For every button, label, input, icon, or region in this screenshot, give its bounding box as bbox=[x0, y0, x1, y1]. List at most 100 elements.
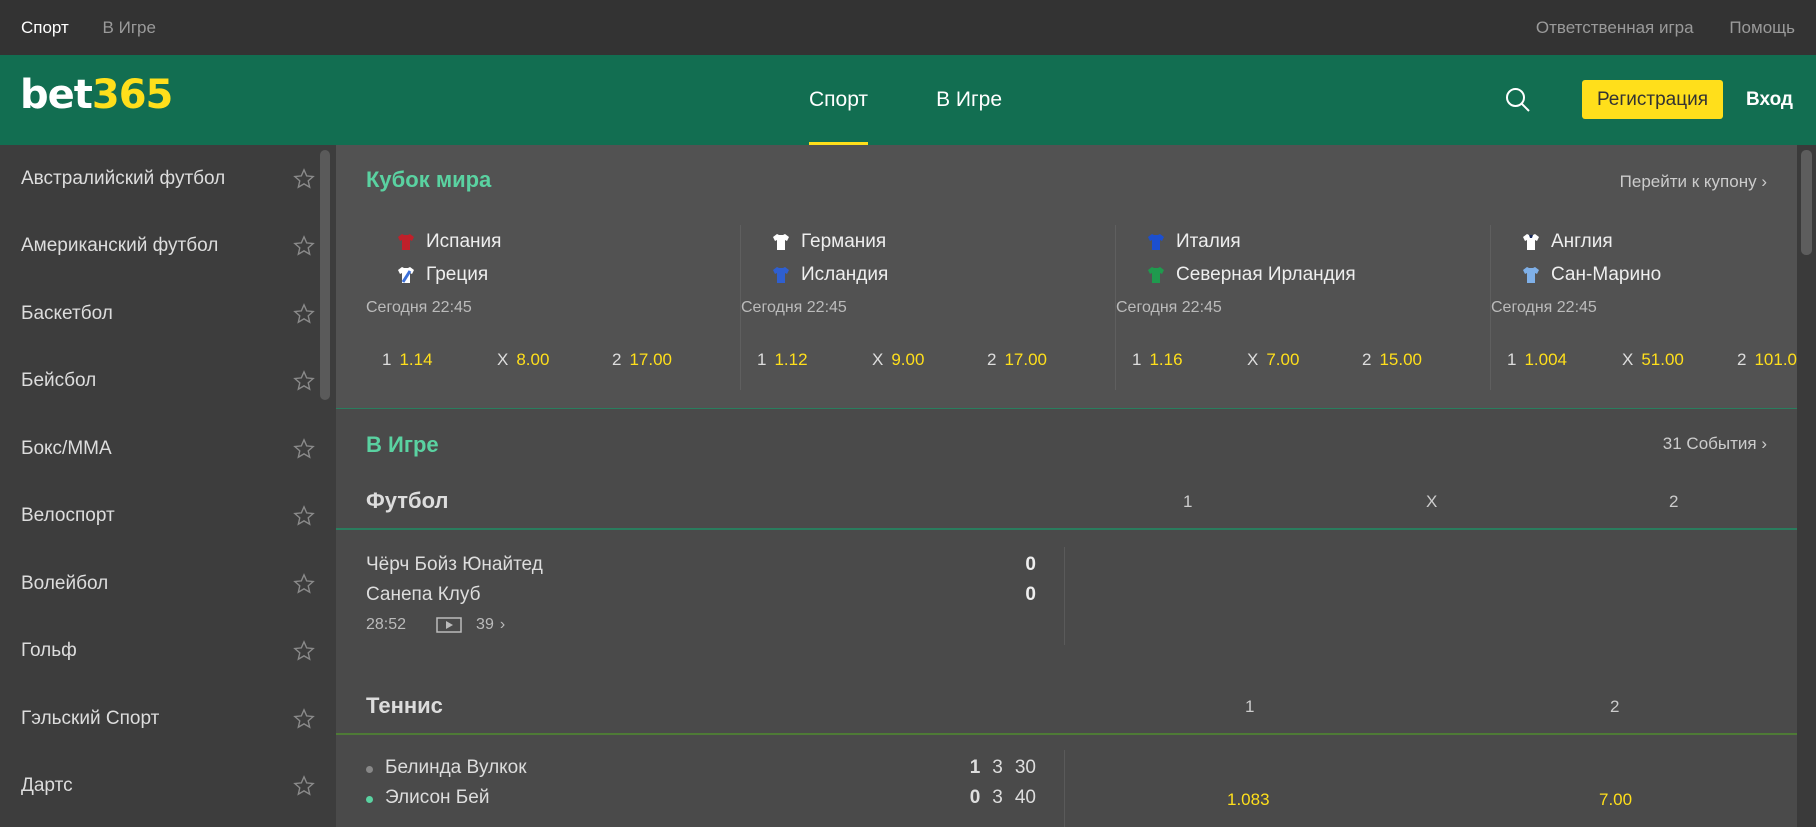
odd-away[interactable]: 2101.00 bbox=[1737, 350, 1797, 370]
star-icon[interactable] bbox=[293, 505, 315, 527]
sidebar-item-boxing-mma[interactable]: Бокс/MMA bbox=[0, 415, 336, 483]
team-home: Англия bbox=[1521, 225, 1797, 258]
shirt-icon bbox=[1523, 266, 1539, 283]
shirt-icon bbox=[773, 266, 789, 283]
odd-away[interactable]: 2 15.00 bbox=[1362, 350, 1477, 370]
utility-right: Ответственная игра Помощь bbox=[1505, 18, 1795, 38]
odd-away[interactable]: 2 17.00 bbox=[987, 350, 1102, 370]
odds-row: 1 1.14 X 8.00 2 17.00 bbox=[382, 350, 732, 370]
football-title[interactable]: Футбол bbox=[366, 488, 449, 514]
star-icon[interactable] bbox=[293, 572, 315, 595]
team-away: Северная Ирландия bbox=[1146, 258, 1491, 291]
star-icon[interactable] bbox=[293, 707, 315, 730]
team-home: Испания bbox=[396, 225, 741, 258]
col-header-2: 2 bbox=[1669, 492, 1679, 511]
utility-link-responsible[interactable]: Ответственная игра bbox=[1536, 18, 1694, 37]
team-away: Сан-Марино bbox=[1521, 258, 1797, 291]
kickoff-time: Сегодня 22:45 bbox=[1491, 299, 1597, 316]
shirt-icon bbox=[398, 233, 414, 250]
odd-home[interactable]: 1 1.004 bbox=[1507, 350, 1622, 370]
chevron-right-icon: › bbox=[499, 616, 506, 633]
header: bet365 Спорт В Игре Регистрация Вход bbox=[0, 55, 1816, 145]
star-icon[interactable] bbox=[293, 775, 315, 797]
sidebar-item-baseball[interactable]: Бейсбол bbox=[0, 348, 336, 416]
kickoff-time: Сегодня 22:45 bbox=[741, 299, 847, 316]
utility-link-inplay[interactable]: В Игре bbox=[103, 18, 156, 37]
markets-count[interactable]: 39 bbox=[476, 616, 494, 634]
football-header: Футбол 1 X 2 bbox=[336, 480, 1797, 530]
utility-link-sport[interactable]: Спорт bbox=[21, 18, 69, 37]
chevron-right-icon: › bbox=[1761, 434, 1767, 453]
star-icon[interactable] bbox=[293, 167, 315, 190]
event-player-row: Белинда Вулкок 1 3 30 bbox=[366, 753, 1036, 783]
serve-indicator bbox=[366, 766, 373, 773]
sidebar-item-volleyball[interactable]: Волейбол bbox=[0, 550, 336, 618]
team-home: Италия bbox=[1146, 225, 1491, 258]
sidebar-item-gaelic-sport[interactable]: Гэльский Спорт bbox=[0, 685, 336, 753]
match-card[interactable]: Англия Сан-Марино Сегодня 22:45 1 1.004 X… bbox=[1491, 225, 1797, 390]
inplay-title[interactable]: В Игре bbox=[366, 432, 439, 458]
odd-draw[interactable]: X 51.00 bbox=[1622, 350, 1737, 370]
team-home: Германия bbox=[771, 225, 1116, 258]
shirt-icon bbox=[398, 266, 414, 283]
star-icon[interactable] bbox=[293, 370, 315, 392]
events-link[interactable]: 31 События › bbox=[1663, 434, 1767, 454]
football-event[interactable]: Чёрч Бойз Юнайтед 0 Санепа Клуб 0 28:52 39… bbox=[366, 550, 1036, 634]
odds-row: 11.004 X51.00 2101.00 bbox=[1507, 350, 1797, 370]
col-header-x: X bbox=[1426, 492, 1438, 511]
col-header-1: 1 bbox=[1183, 492, 1193, 511]
sidebar-item-cycling[interactable]: Велоспорт bbox=[0, 483, 336, 551]
shirt-icon bbox=[1523, 233, 1539, 250]
tab-inplay[interactable]: В Игре bbox=[936, 55, 1002, 145]
event-player-row: Элисон Бей 0 3 40 bbox=[366, 783, 1036, 813]
odd-draw[interactable]: X 7.00 bbox=[1247, 350, 1362, 370]
team-away: Греция bbox=[396, 258, 741, 291]
event-divider bbox=[1064, 547, 1065, 645]
odd-player-2[interactable]: 7.00 bbox=[1599, 790, 1632, 810]
shirt-icon bbox=[1148, 233, 1164, 250]
world-cup-title[interactable]: Кубок мира bbox=[366, 167, 491, 193]
coupon-link[interactable]: Перейти к купону › bbox=[1620, 172, 1767, 192]
star-icon[interactable] bbox=[293, 640, 315, 662]
register-button[interactable]: Регистрация bbox=[1582, 80, 1723, 119]
sidebar-item-golf[interactable]: Гольф bbox=[0, 618, 336, 686]
utility-link-help[interactable]: Помощь bbox=[1729, 18, 1795, 37]
world-cup-panel: Кубок мира Перейти к купону › Испания Гр… bbox=[336, 145, 1797, 409]
odd-home[interactable]: 1 1.16 bbox=[1132, 350, 1247, 370]
main-content: Кубок мира Перейти к купону › Испания Гр… bbox=[336, 145, 1797, 827]
match-card[interactable]: Испания Греция Сегодня 22:45 1 1.14 X 8.00… bbox=[366, 225, 741, 390]
utility-bar: Спорт В Игре Ответственная игра Помощь bbox=[0, 0, 1816, 55]
match-card[interactable]: Италия Северная Ирландия Сегодня 22:45 1… bbox=[1116, 225, 1491, 390]
star-icon[interactable] bbox=[293, 302, 315, 325]
star-icon[interactable] bbox=[293, 235, 315, 257]
sidebar-item-basketball[interactable]: Баскетбол bbox=[0, 280, 336, 348]
main-nav: Спорт В Игре bbox=[809, 55, 1070, 145]
event-team-row: Чёрч Бойз Юнайтед 0 bbox=[366, 554, 1036, 575]
team-away: Исландия bbox=[771, 258, 1116, 291]
login-button[interactable]: Вход bbox=[1746, 80, 1793, 119]
match-card[interactable]: Германия Исландия Сегодня 22:45 1 1.12 X9… bbox=[741, 225, 1116, 390]
sidebar-item-darts[interactable]: Дартс bbox=[0, 753, 336, 821]
logo[interactable]: bet365 bbox=[20, 75, 173, 115]
tab-sport[interactable]: Спорт bbox=[809, 55, 869, 145]
star-icon[interactable] bbox=[293, 437, 315, 460]
sidebar-item-american-football[interactable]: Американский футбол bbox=[0, 213, 336, 281]
tennis-title[interactable]: Теннис bbox=[366, 693, 443, 719]
odd-away[interactable]: 2 17.00 bbox=[612, 350, 727, 370]
main-scrollbar-thumb[interactable] bbox=[1801, 150, 1812, 255]
sidebar-scrollbar[interactable] bbox=[320, 150, 330, 400]
utility-left: Спорт В Игре bbox=[21, 18, 185, 38]
odd-draw[interactable]: X 8.00 bbox=[497, 350, 612, 370]
tennis-header: Теннис 1 2 bbox=[336, 685, 1797, 735]
odd-player-1[interactable]: 1.083 bbox=[1227, 790, 1270, 810]
sidebar-item-australian-football[interactable]: Австралийский футбол bbox=[0, 145, 336, 213]
odd-home[interactable]: 1 1.12 bbox=[757, 350, 872, 370]
event-meta: 28:52 39 › bbox=[366, 616, 506, 634]
video-play-icon[interactable] bbox=[436, 617, 462, 633]
event-divider bbox=[1064, 750, 1065, 827]
odd-draw[interactable]: X 9.00 bbox=[872, 350, 987, 370]
odd-home[interactable]: 1 1.14 bbox=[382, 350, 497, 370]
search-icon[interactable] bbox=[1505, 87, 1531, 113]
tennis-event[interactable]: Белинда Вулкок 1 3 30 Элисон Бей 0 3 40 bbox=[366, 753, 1036, 813]
serve-indicator bbox=[366, 796, 373, 803]
